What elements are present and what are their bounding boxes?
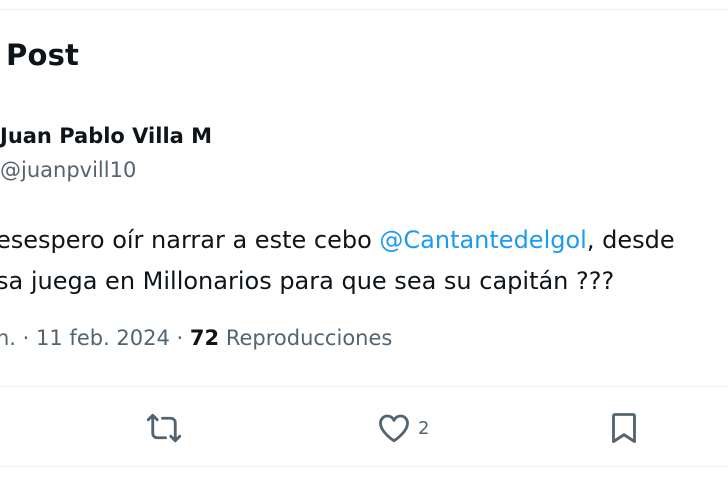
bookmark-icon	[608, 410, 640, 446]
post-page: Post Juan Pablo Villa M @juanpvill10 ese…	[0, 0, 728, 488]
meta-separator: ·	[16, 326, 37, 350]
heart-icon	[376, 410, 412, 446]
top-border	[0, 9, 728, 10]
post-meta: n. · 11 feb. 2024 · 72 Reproducciones	[0, 326, 392, 350]
views-label[interactable]: Reproducciones	[226, 326, 393, 350]
views-count: 72	[189, 326, 220, 350]
tweet-line-2: sa juega en Millonarios para que sea su …	[0, 267, 615, 295]
tweet-text-part: , desde	[586, 226, 675, 254]
page-title: Post	[6, 38, 80, 72]
mention-link[interactable]: @Cantantedelgol	[379, 226, 586, 254]
divider	[0, 466, 728, 467]
retweet-button[interactable]	[145, 410, 183, 446]
retweet-icon	[145, 410, 183, 446]
meta-separator: ·	[169, 326, 190, 350]
bookmark-button[interactable]	[608, 410, 640, 446]
like-count: 2	[418, 417, 430, 439]
post-time[interactable]: n.	[0, 326, 16, 350]
like-button[interactable]: 2	[376, 410, 429, 446]
tweet-line-1: esespero oír narrar a este cebo @Cantant…	[0, 220, 675, 261]
tweet-text: esespero oír narrar a este cebo @Cantant…	[0, 220, 675, 302]
tweet-text-part: esespero oír narrar a este cebo	[0, 226, 380, 254]
author-name[interactable]: Juan Pablo Villa M	[0, 124, 212, 148]
divider	[0, 386, 728, 387]
post-date[interactable]: 11 feb. 2024	[36, 326, 170, 350]
author-handle[interactable]: @juanpvill10	[0, 158, 136, 182]
